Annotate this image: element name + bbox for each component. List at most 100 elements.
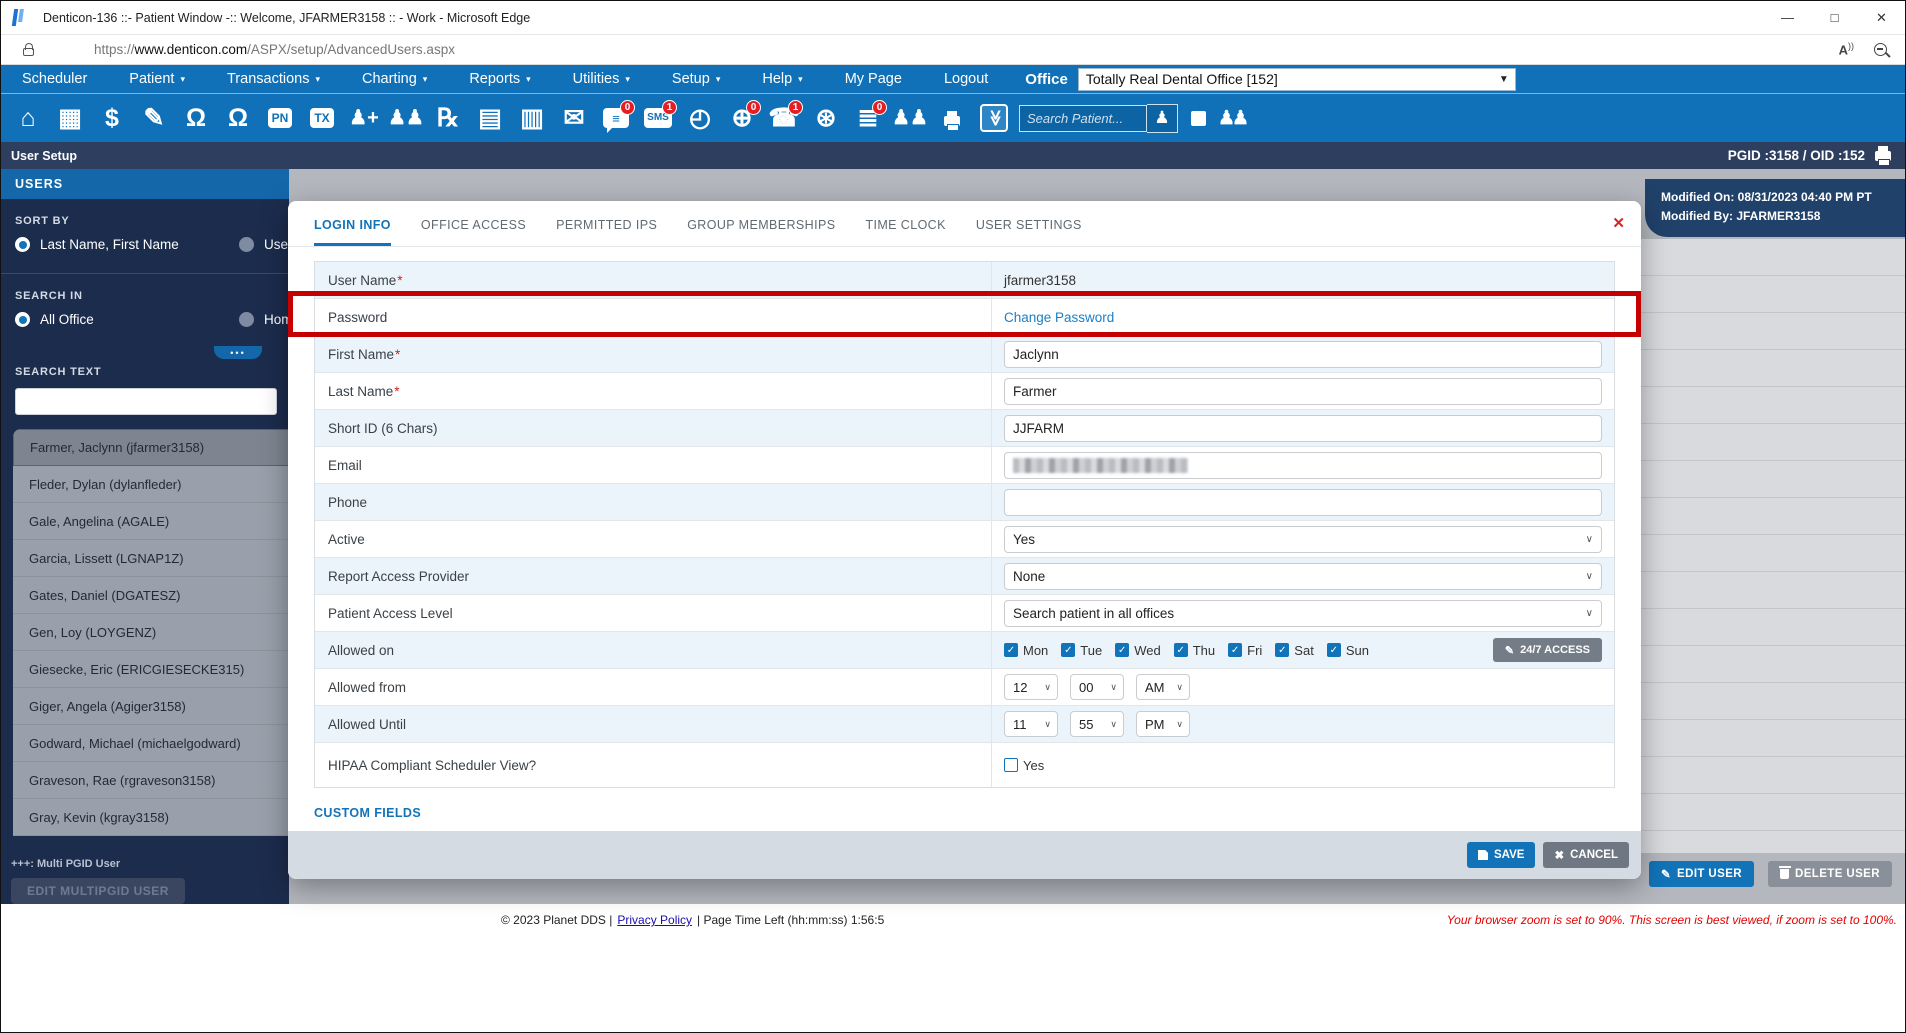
user-list-item[interactable]: Graveson, Rae (rgraveson3158) [13, 762, 289, 799]
read-aloud-icon[interactable]: A)) [1839, 41, 1854, 57]
menu-my-page[interactable]: My Page [824, 65, 923, 93]
edit-multipgid-button[interactable]: EDIT MULTIPGID USER [11, 878, 185, 904]
url-text[interactable]: https://www.denticon.com/ASPX/setup/Adva… [94, 42, 455, 57]
tab-permitted-ips[interactable]: PERMITTED IPS [556, 218, 657, 246]
until-ampm-select[interactable]: PM ∨ [1136, 711, 1190, 737]
phone-field[interactable] [1004, 488, 1602, 516]
menu-logout[interactable]: Logout [923, 65, 1009, 93]
privacy-policy-link[interactable]: Privacy Policy [617, 913, 692, 927]
print-icon[interactable] [931, 94, 973, 142]
tab-office-access[interactable]: OFFICE ACCESS [421, 218, 526, 246]
user-list-item[interactable]: Gale, Angelina (AGALE) [13, 503, 289, 540]
edit-user-button[interactable]: ✎ EDIT USER [1649, 861, 1754, 887]
menu-scheduler[interactable]: Scheduler [1, 65, 108, 93]
tooth-chart-icon[interactable]: Ω [175, 94, 217, 142]
prescription-icon[interactable]: ℞ [427, 94, 469, 142]
delete-user-button[interactable]: DELETE USER [1768, 861, 1892, 887]
treatment-plan-icon[interactable]: TX [301, 94, 343, 142]
from-ampm-select[interactable]: AM ∨ [1136, 674, 1190, 700]
from-hour-select[interactable]: 12 ∨ [1004, 674, 1058, 700]
patient-search-input[interactable]: Search Patient... [1019, 104, 1147, 132]
checkbox-checked-icon[interactable]: ✓ [1275, 643, 1290, 657]
progress-notes-icon[interactable]: PN [259, 94, 301, 142]
user-list-item[interactable]: Godward, Michael (michaelgodward) [13, 725, 289, 762]
short-id-field[interactable] [1004, 414, 1602, 442]
checkbox-checked-icon[interactable]: ✓ [1115, 643, 1130, 657]
calendar-icon[interactable]: ▦ [49, 94, 91, 142]
menu-help[interactable]: Help ▾ [741, 65, 823, 93]
toolbar-checkbox[interactable] [1191, 110, 1206, 126]
support-icon[interactable]: ☎ 1 [763, 94, 805, 142]
allowed-day-fri-checkbox[interactable]: ✓ Fri [1228, 643, 1262, 658]
search-in-homeoffice-option[interactable]: Home Office [239, 312, 289, 327]
email-field[interactable] [1004, 451, 1602, 479]
allowed-day-wed-checkbox[interactable]: ✓ Wed [1115, 643, 1161, 658]
until-hour-select[interactable]: 11 ∨ [1004, 711, 1058, 737]
menu-utilities[interactable]: Utilities ▾ [552, 65, 651, 93]
tab-user-settings[interactable]: USER SETTINGS [976, 218, 1082, 246]
patient-list-icon[interactable]: ≣ 0 [847, 94, 889, 142]
allowed-day-sun-checkbox[interactable]: ✓ Sun [1326, 643, 1369, 658]
sms-icon[interactable]: SMS 1 [637, 94, 679, 142]
user-list-item[interactable]: Gray, Kevin (kgray3158) [13, 799, 289, 836]
menu-charting[interactable]: Charting ▾ [341, 65, 448, 93]
user-list-item[interactable]: Giger, Angela (Agiger3158) [13, 688, 289, 725]
documents-icon[interactable]: ▥ [511, 94, 553, 142]
user-list-item[interactable]: Giesecke, Eric (ERICGIESECKE315) [13, 651, 289, 688]
expand-options-handle[interactable]: ••• [214, 346, 262, 359]
radio-selected-icon[interactable] [15, 312, 30, 327]
sort-username-option[interactable]: User Name [239, 237, 289, 252]
radio-unselected-icon[interactable] [239, 237, 254, 252]
checkbox-unchecked-icon[interactable] [1004, 758, 1018, 772]
tab-time-clock[interactable]: TIME CLOCK [865, 218, 945, 246]
hipaa-checkbox[interactable]: Yes [1004, 758, 1044, 773]
add-family-icon[interactable]: ♟♟ [385, 94, 427, 142]
checkbox-checked-icon[interactable]: ✓ [1004, 643, 1018, 657]
maximize-button[interactable]: □ [1811, 1, 1858, 34]
cancel-button[interactable]: ✖ CANCEL [1543, 842, 1629, 868]
from-minute-select[interactable]: 00 ∨ [1070, 674, 1124, 700]
report-access-select[interactable]: None ∨ [1004, 562, 1602, 590]
tab-group-memberships[interactable]: GROUP MEMBERSHIPS [687, 218, 835, 246]
radio-unselected-icon[interactable] [239, 312, 254, 327]
close-button[interactable]: ✕ [1858, 1, 1905, 34]
checkbox-checked-icon[interactable]: ✓ [1326, 643, 1341, 657]
menu-transactions[interactable]: Transactions ▾ [206, 65, 341, 93]
payments-icon[interactable]: $ [91, 94, 133, 142]
menu-reports[interactable]: Reports ▾ [448, 65, 551, 93]
web-access-icon[interactable]: ⊛ [805, 94, 847, 142]
add-patient-icon[interactable]: ♟+ [343, 94, 385, 142]
checkbox-checked-icon[interactable]: ✓ [1173, 643, 1188, 657]
user-list-item[interactable]: Farmer, Jaclynn (jfarmer3158) [13, 429, 289, 466]
patient-access-select[interactable]: Search patient in all offices ∨ [1004, 599, 1602, 627]
full-access-button[interactable]: ✎ 24/7 ACCESS [1492, 638, 1602, 662]
save-button[interactable]: SAVE [1466, 842, 1536, 868]
tab-login-info[interactable]: LOGIN INFO [314, 218, 391, 246]
patient-search-button[interactable]: ♟ [1147, 103, 1178, 133]
change-password-link[interactable]: Change Password [1004, 310, 1114, 325]
allowed-day-sat-checkbox[interactable]: ✓ Sat [1275, 643, 1314, 658]
until-minute-select[interactable]: 55 ∨ [1070, 711, 1124, 737]
user-list-item[interactable]: Garcia, Lissett (LGNAP1Z) [13, 540, 289, 577]
checkbox-checked-icon[interactable]: ✓ [1061, 643, 1076, 657]
active-select[interactable]: Yes ∨ [1004, 525, 1602, 553]
perio-chart-icon[interactable]: Ω [217, 94, 259, 142]
last-name-field[interactable] [1004, 377, 1602, 405]
user-list-item[interactable]: Fleder, Dylan (dylanfleder) [13, 466, 289, 503]
zoom-out-icon[interactable] [1874, 42, 1887, 56]
allowed-day-mon-checkbox[interactable]: ✓ Mon [1004, 643, 1048, 658]
minimize-button[interactable]: — [1764, 1, 1811, 34]
time-clock-icon[interactable]: ◴ [679, 94, 721, 142]
modal-close-icon[interactable]: ✕ [1612, 214, 1625, 232]
search-text-input[interactable] [15, 388, 277, 415]
user-list-item[interactable]: Gen, Loy (LOYGENZ) [13, 614, 289, 651]
print-page-icon[interactable] [1875, 145, 1891, 166]
menu-patient[interactable]: Patient ▾ [108, 65, 206, 93]
acquaintance-icon[interactable]: ♟♟ [1218, 107, 1249, 130]
forms-icon[interactable]: ▤ [469, 94, 511, 142]
menu-setup[interactable]: Setup ▾ [651, 65, 741, 93]
patient-group-icon[interactable]: ♟♟ [889, 94, 931, 142]
allowed-day-tue-checkbox[interactable]: ✓ Tue [1061, 643, 1102, 658]
first-name-field[interactable] [1004, 340, 1602, 368]
user-list-item[interactable]: Gates, Daniel (DGATESZ) [13, 577, 289, 614]
